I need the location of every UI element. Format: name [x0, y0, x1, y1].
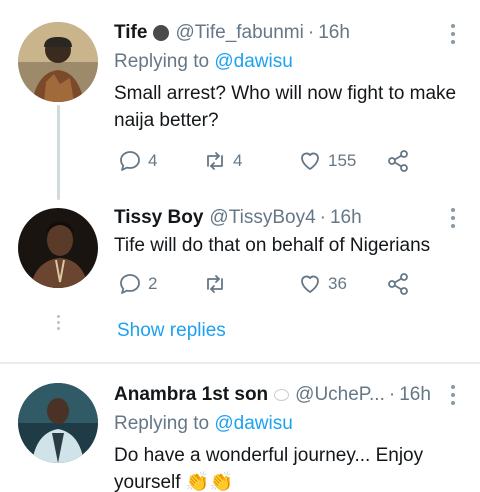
mention-link[interactable]: @dawisu: [214, 413, 292, 434]
heart-icon: [301, 152, 319, 170]
tweet-text: Small arrest? Who will now fight to make…: [114, 83, 457, 131]
retweet-icon: [207, 275, 223, 293]
share-button[interactable]: [386, 149, 410, 173]
tweet-header: Tife @Tife_fabunmi · 16h: [114, 18, 466, 48]
tweet-tissy-boy[interactable]: Tissy Boy @TissyBoy4 · 16h Tife will do …: [0, 200, 480, 310]
tweet-text: Tife will do that on behalf of Nigerians: [114, 235, 431, 256]
tweet-text: Do have a wonderful journey... Enjoy you…: [114, 442, 466, 492]
replying-to: Replying to @dawisu: [114, 48, 466, 76]
tweet-anambra-1st-son[interactable]: Anambra 1st son @UcheP... · 16h Replying…: [0, 365, 480, 492]
separator: ·: [307, 22, 315, 43]
tweet-text-line-1: Do have a wonderful journey... Enjoy: [114, 445, 424, 466]
tweet-text-line-2: yourself 👏👏: [114, 469, 466, 492]
avatar-image: [18, 22, 98, 102]
heart-icon: [301, 275, 319, 293]
retweet-button[interactable]: 4: [203, 149, 242, 173]
handle[interactable]: @Tife_fabunmi: [175, 22, 303, 44]
more-options-icon[interactable]: [450, 24, 456, 48]
timestamp[interactable]: 16h: [399, 384, 431, 406]
face-emoji-icon: [153, 25, 170, 41]
avatar[interactable]: [18, 22, 98, 102]
reply-count: 4: [148, 151, 158, 170]
tweet-header: Tissy Boy @TissyBoy4 · 16h: [114, 203, 466, 233]
tweet-actions: 2 36: [0, 271, 408, 297]
retweet-button[interactable]: [203, 272, 227, 296]
display-name[interactable]: Anambra 1st son: [114, 384, 268, 406]
tweet-text-line-2-text: yourself: [114, 472, 181, 492]
display-name[interactable]: Tife: [114, 22, 147, 44]
replying-prefix: Replying to: [114, 413, 210, 434]
share-button[interactable]: [386, 272, 410, 296]
separator: ·: [319, 207, 326, 228]
reply-icon: [120, 274, 140, 294]
more-options-icon[interactable]: [450, 385, 456, 409]
tweet-header: Anambra 1st son @UcheP... · 16h: [114, 380, 466, 410]
timestamp[interactable]: 16h: [330, 207, 362, 229]
speech-bubble-icon: [274, 389, 290, 401]
reply-count: 2: [148, 274, 158, 293]
handle[interactable]: @TissyBoy4: [209, 207, 315, 229]
clapping-hands-emoji: 👏👏: [185, 472, 234, 492]
replying-to: Replying to @dawisu: [114, 410, 466, 438]
separator: ·: [388, 384, 396, 405]
replying-prefix: Replying to: [114, 51, 210, 72]
more-options-icon[interactable]: [450, 208, 456, 232]
reply-button[interactable]: 4: [118, 149, 157, 173]
like-count: 36: [328, 274, 347, 293]
share-icon: [388, 273, 408, 295]
share-icon: [388, 150, 408, 172]
divider: [0, 362, 480, 364]
tweet-tife[interactable]: Tife @Tife_fabunmi · 16h Replying to @da…: [0, 0, 480, 190]
tweet-actions: 4 4 155: [0, 148, 408, 174]
retweet-count: 4: [233, 151, 243, 170]
mention-link[interactable]: @dawisu: [214, 51, 292, 72]
avatar[interactable]: [18, 383, 98, 463]
like-button[interactable]: 36: [298, 272, 347, 296]
retweet-icon: [207, 152, 223, 170]
reply-button[interactable]: 2: [118, 272, 157, 296]
display-name[interactable]: Tissy Boy: [114, 207, 203, 229]
timestamp[interactable]: 16h: [318, 22, 350, 44]
reply-icon: [120, 151, 140, 171]
avatar-image: [18, 383, 98, 463]
thread-dotted-line: [57, 315, 60, 333]
like-button[interactable]: 155: [298, 149, 356, 173]
handle[interactable]: @UcheP...: [295, 384, 385, 406]
like-count: 155: [328, 151, 357, 170]
show-replies-link[interactable]: Show replies: [117, 320, 226, 342]
